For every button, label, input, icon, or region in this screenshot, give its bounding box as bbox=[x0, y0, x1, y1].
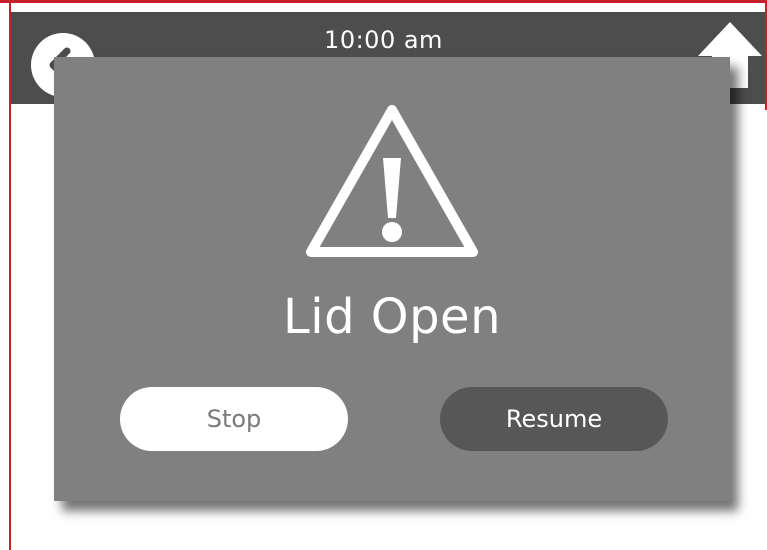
clock-time: 10:00 am bbox=[324, 26, 443, 54]
screen: 10:00 am Lid Open Stop Resume bbox=[0, 0, 767, 550]
resume-button[interactable]: Resume bbox=[440, 387, 668, 451]
frame-border-top bbox=[0, 0, 767, 3]
stop-button[interactable]: Stop bbox=[120, 387, 348, 451]
dialog-title: Lid Open bbox=[282, 289, 501, 345]
warning-icon bbox=[306, 105, 478, 257]
lid-open-dialog: Lid Open Stop Resume bbox=[54, 57, 730, 501]
